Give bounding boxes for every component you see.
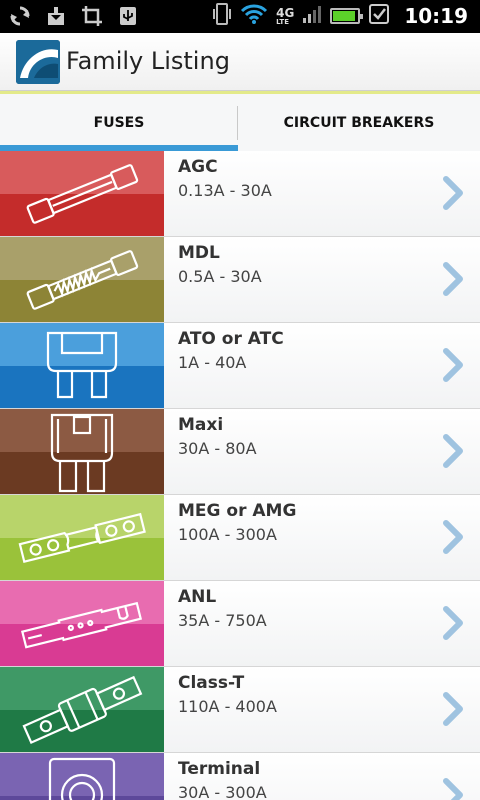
bolt-down-fuse-icon xyxy=(18,512,146,564)
status-icons: 4G LTE 10:19 xyxy=(212,3,468,29)
list-item[interactable]: ANL 35A - 750A xyxy=(0,581,480,667)
blade-fuse-icon xyxy=(46,331,118,399)
list-item[interactable]: MDL 0.5A - 30A xyxy=(0,237,480,323)
sync-icon xyxy=(8,4,32,28)
crop-icon xyxy=(80,4,104,28)
terminal-fuse-icon xyxy=(48,757,116,800)
network-label: 4G xyxy=(276,5,295,20)
tab-circuit-breakers-label: CIRCUIT BREAKERS xyxy=(283,114,435,131)
list-item[interactable]: Class-T 110A - 400A xyxy=(0,667,480,753)
fuse-family-list[interactable]: AGC 0.13A - 30A MDL 0.5A - 30A ATO or AT… xyxy=(0,151,480,800)
chevron-right-icon xyxy=(443,434,463,468)
amperage-range: 1A - 40A xyxy=(178,353,247,372)
wifi-icon xyxy=(240,3,268,29)
list-item[interactable]: MEG or AMG 100A - 300A xyxy=(0,495,480,581)
tab-bar: FUSES CIRCUIT BREAKERS xyxy=(0,91,480,151)
network-type: 4G LTE xyxy=(276,7,294,26)
download-icon xyxy=(44,4,68,28)
amperage-range: 35A - 750A xyxy=(178,611,267,630)
chevron-right-icon xyxy=(443,176,463,210)
fuse-thumbnail xyxy=(0,237,164,322)
fuse-thumbnail xyxy=(0,667,164,752)
list-item[interactable]: Terminal 30A - 300A xyxy=(0,753,480,800)
status-bar: 4G LTE 10:19 xyxy=(0,0,480,33)
app-header: Family Listing xyxy=(0,33,480,91)
fuse-thumbnail xyxy=(0,581,164,666)
amperage-range: 30A - 80A xyxy=(178,439,257,458)
chevron-right-icon xyxy=(443,348,463,382)
checkbox-icon xyxy=(368,3,390,29)
fuse-thumbnail xyxy=(0,409,164,494)
list-item[interactable]: AGC 0.13A - 30A xyxy=(0,151,480,237)
list-item[interactable]: ATO or ATC 1A - 40A xyxy=(0,323,480,409)
tab-fuses[interactable]: FUSES xyxy=(0,94,238,151)
fuse-family-name: Class-T xyxy=(178,673,245,693)
fuse-family-name: ATO or ATC xyxy=(178,329,284,349)
battery-icon xyxy=(330,8,364,24)
fuse-thumbnail xyxy=(0,495,164,580)
vibrate-icon xyxy=(212,2,232,30)
anl-fuse-icon xyxy=(20,601,143,649)
amperage-range: 100A - 300A xyxy=(178,525,277,544)
glass-tube-fuse-icon xyxy=(26,164,139,224)
battery-level xyxy=(333,11,355,21)
chevron-right-icon xyxy=(443,692,463,726)
clock: 10:19 xyxy=(404,4,468,28)
tab-circuit-breakers[interactable]: CIRCUIT BREAKERS xyxy=(238,94,480,151)
app-logo-icon xyxy=(16,40,60,84)
fuse-thumbnail xyxy=(0,323,164,408)
usb-icon xyxy=(116,4,140,28)
fuse-family-name: Terminal xyxy=(178,759,261,779)
tab-fuses-label: FUSES xyxy=(93,114,145,131)
chevron-right-icon xyxy=(443,606,463,640)
list-item[interactable]: Maxi 30A - 80A xyxy=(0,409,480,495)
fuse-family-name: ANL xyxy=(178,587,217,607)
fuse-family-name: AGC xyxy=(178,157,218,177)
notification-icons xyxy=(8,4,140,28)
class-t-fuse-icon xyxy=(22,675,143,744)
maxi-fuse-icon xyxy=(50,413,114,493)
amperage-range: 30A - 300A xyxy=(178,783,267,800)
signal-icon xyxy=(302,4,322,28)
fuse-family-name: MEG or AMG xyxy=(178,501,297,521)
fuse-thumbnail xyxy=(0,753,164,800)
chevron-right-icon xyxy=(443,778,463,800)
fuse-thumbnail xyxy=(0,151,164,236)
page-title: Family Listing xyxy=(66,47,230,75)
network-sublabel: LTE xyxy=(276,17,289,26)
slow-blow-fuse-icon xyxy=(26,250,139,310)
amperage-range: 0.13A - 30A xyxy=(178,181,272,200)
amperage-range: 0.5A - 30A xyxy=(178,267,262,286)
amperage-range: 110A - 400A xyxy=(178,697,277,716)
chevron-right-icon xyxy=(443,262,463,296)
fuse-family-name: MDL xyxy=(178,243,220,263)
fuse-family-name: Maxi xyxy=(178,415,224,435)
chevron-right-icon xyxy=(443,520,463,554)
